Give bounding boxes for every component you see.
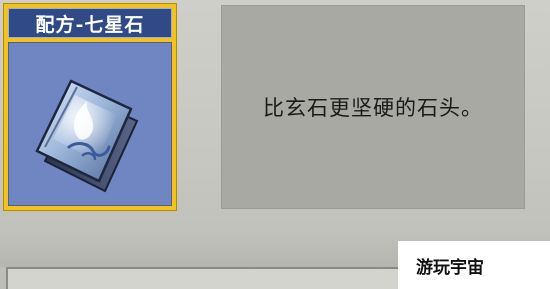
description-panel: 比玄石更坚硬的石头。 [221,5,525,209]
item-art-panel [8,42,172,206]
item-card[interactable]: 配方-七星石 [3,3,177,211]
item-description: 比玄石更坚硬的石头。 [263,96,483,120]
item-title-bar: 配方-七星石 [8,8,172,38]
item-title: 配方-七星石 [35,13,145,36]
watermark: 游玩宇宙 [398,241,550,289]
recipe-book-icon [35,79,139,193]
watermark-text: 游玩宇宙 [416,257,484,278]
